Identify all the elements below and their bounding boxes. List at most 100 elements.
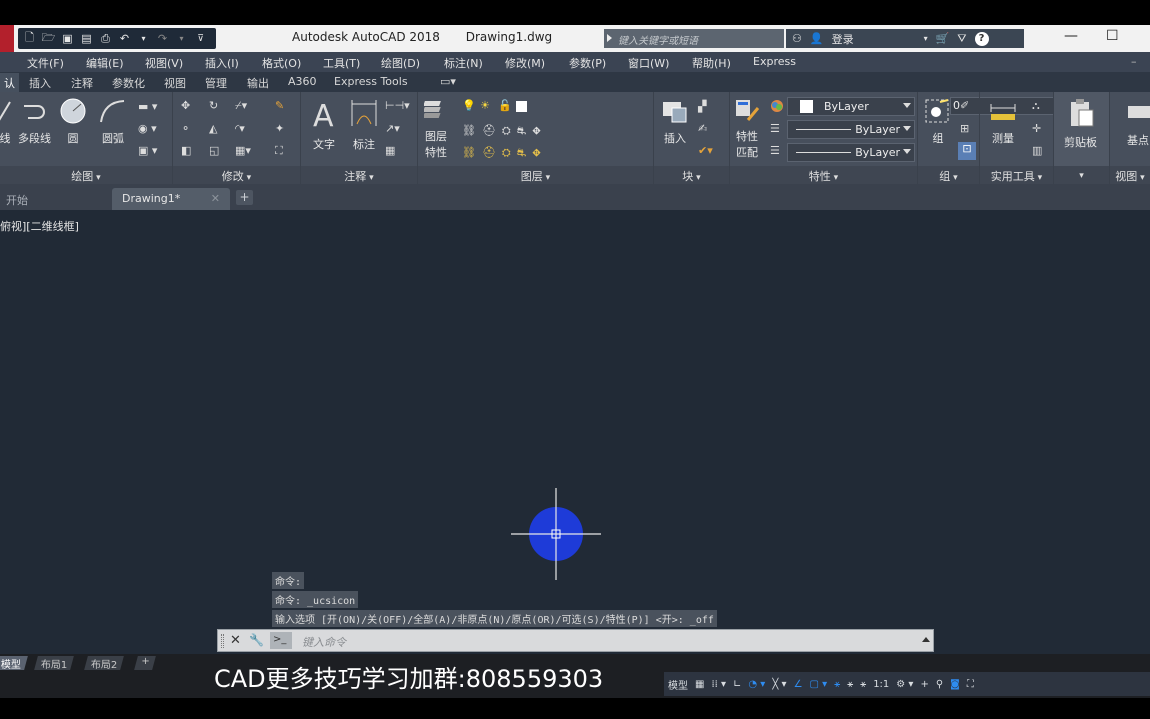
fillet-icon[interactable]: ◜▾ xyxy=(235,122,259,136)
lineweight-icon[interactable]: ☰ xyxy=(770,122,784,136)
block-attribute-icon[interactable]: ✔▾ xyxy=(698,144,722,158)
ungroup-icon[interactable]: ✐ xyxy=(960,99,974,113)
menu-format[interactable]: 格式(O) xyxy=(262,55,301,71)
modify-panel-footer[interactable]: 修改 xyxy=(173,166,300,184)
login-button[interactable]: 登录 xyxy=(832,31,854,47)
help-button[interactable]: ? xyxy=(974,31,989,46)
rotate-icon[interactable]: ↻ xyxy=(209,99,223,113)
hardware-acceleration-icon[interactable]: ◙ xyxy=(950,679,960,690)
polar-tracking-icon[interactable]: ◔ ▾ xyxy=(748,679,765,690)
array-icon[interactable]: ▦▾ xyxy=(235,144,259,158)
search-input[interactable]: 键入关键字或短语 xyxy=(604,29,784,48)
menu-tools[interactable]: 工具(T) xyxy=(323,55,360,71)
print-icon[interactable]: ⎙ xyxy=(98,31,113,46)
annotation-visibility-icon[interactable]: ⚹ xyxy=(834,679,840,690)
layer-thaw-icon[interactable]: ☀ xyxy=(480,99,494,113)
dimension-tool[interactable]: 标注 xyxy=(349,98,379,152)
clipboard-panel-footer[interactable] xyxy=(1054,166,1109,184)
isodraft-icon[interactable]: ╳ ▾ xyxy=(772,679,786,690)
linetype-icon[interactable]: ☰ xyxy=(770,144,784,158)
menu-help[interactable]: 帮助(H) xyxy=(692,55,731,71)
explode-icon[interactable]: ✦ xyxy=(275,122,289,136)
utilities-panel-footer[interactable]: 实用工具 xyxy=(980,166,1053,184)
layout-tab-layout2[interactable]: 布局2 xyxy=(84,656,125,671)
offset-icon[interactable]: ⛶ xyxy=(275,144,289,158)
customize-qat-icon[interactable]: ⊽ xyxy=(193,31,208,46)
auto-scale-icon[interactable]: ⚹ xyxy=(847,679,853,690)
user-icon[interactable]: 👤 xyxy=(810,32,824,45)
ribbon-toggle-icon[interactable]: ▭▾ xyxy=(440,75,456,88)
menu-modify[interactable]: 修改(M) xyxy=(505,55,545,71)
menu-view[interactable]: 视图(V) xyxy=(145,55,183,71)
customize-wrench-icon[interactable]: 🔧 xyxy=(249,633,264,647)
group-tool[interactable]: 组 xyxy=(924,98,952,146)
arc-tool[interactable]: 圆弧 xyxy=(98,98,128,146)
close-command-line-icon[interactable]: ✕ xyxy=(230,633,241,648)
add-layout-button[interactable]: + xyxy=(134,656,157,670)
view-panel-footer[interactable]: 视图 xyxy=(1110,166,1150,184)
paste-tool[interactable]: 剪贴板 xyxy=(1064,98,1097,150)
model-space-button[interactable]: 模型 xyxy=(668,677,688,692)
tab-drawing1[interactable]: Drawing1* ✕ xyxy=(112,188,230,210)
calculator-icon[interactable]: ▥ xyxy=(1032,144,1046,158)
command-prompt-icon[interactable]: >_ xyxy=(270,632,292,649)
undo-icon[interactable]: ↶ xyxy=(117,31,132,46)
command-history-toggle-icon[interactable] xyxy=(922,637,930,642)
drawing-canvas[interactable]: 俯视][二维线框] 命令: 命令: _ucsicon 输入选项 [开(ON)/关… xyxy=(0,210,1150,654)
rectangle-icon[interactable]: ▬ ▾ xyxy=(138,100,166,114)
menu-dimension[interactable]: 标注(N) xyxy=(444,55,483,71)
menu-file[interactable]: 文件(F) xyxy=(27,55,64,71)
line-tool[interactable]: 线 xyxy=(0,98,12,146)
group-edit-icon[interactable]: ⊞ xyxy=(960,122,974,136)
polyline-tool[interactable]: 多段线 xyxy=(18,98,51,146)
object-snap-tracking-icon[interactable]: ∠ xyxy=(794,679,803,690)
redo-dropdown-icon[interactable]: ▾ xyxy=(174,31,189,46)
a360-icon[interactable]: ⛛ xyxy=(957,32,966,46)
linear-dimension-icon[interactable]: ⊢⊣▾ xyxy=(385,99,413,113)
ortho-icon[interactable]: ∟ xyxy=(733,679,741,690)
new-tab-button[interactable]: + xyxy=(236,190,253,205)
annotation-monitor-icon[interactable]: + xyxy=(920,679,928,690)
tab-view[interactable]: 视图 xyxy=(164,75,186,91)
tab-start[interactable]: 开始 xyxy=(0,188,110,210)
login-dropdown-icon[interactable]: ▾ xyxy=(924,34,928,43)
save-icon[interactable]: ▣ xyxy=(60,31,75,46)
table-icon[interactable]: ▦ xyxy=(385,144,399,158)
cart-icon[interactable]: 🛒 xyxy=(936,32,950,45)
clean-screen-icon[interactable]: ⛶ xyxy=(967,679,974,690)
group-panel-footer[interactable]: 组 xyxy=(918,166,979,184)
leader-icon[interactable]: ↗▾ xyxy=(385,122,413,136)
scale-select[interactable]: 1:1 xyxy=(873,679,889,690)
point-icon[interactable]: ✛ xyxy=(1032,122,1046,136)
trim-icon[interactable]: ⌿▾ xyxy=(235,99,259,113)
hatch-icon[interactable]: ◉ ▾ xyxy=(138,122,166,136)
erase-icon[interactable]: ✎ xyxy=(275,99,289,113)
properties-panel-footer[interactable]: 特性 xyxy=(730,166,917,184)
menu-parametric[interactable]: 参数(P) xyxy=(569,55,606,71)
tab-insert[interactable]: 插入 xyxy=(29,75,51,91)
color-wheel-icon[interactable] xyxy=(770,99,784,113)
minimize-button[interactable]: — xyxy=(1064,28,1078,44)
new-file-icon[interactable]: 🗋 xyxy=(22,31,37,46)
layer-tools-row2-icon[interactable]: ⛓⛑⛭⛐⛖ xyxy=(462,146,582,160)
edit-block-icon[interactable]: ✍ xyxy=(698,122,712,136)
create-block-icon[interactable]: ▞ xyxy=(698,100,712,114)
insert-block-tool[interactable]: 插入 xyxy=(660,98,690,146)
search-expand-icon[interactable] xyxy=(607,34,612,42)
annotation-panel-footer[interactable]: 注释 xyxy=(301,166,417,184)
binoculars-icon[interactable]: ⚇ xyxy=(792,32,802,45)
group-select-icon[interactable]: ⊡ xyxy=(958,142,976,160)
menu-express[interactable]: Express xyxy=(753,55,796,68)
quick-select-icon[interactable]: ⛬ xyxy=(1032,99,1046,113)
command-input[interactable]: 键入命令 xyxy=(302,634,346,650)
tab-express-tools[interactable]: Express Tools xyxy=(334,75,408,88)
tab-manage[interactable]: 管理 xyxy=(205,75,227,91)
block-panel-footer[interactable]: 块 xyxy=(654,166,729,184)
layers-panel-footer[interactable]: 图层 xyxy=(418,166,653,184)
save-as-icon[interactable]: ▤ xyxy=(79,31,94,46)
copy-icon[interactable]: ⚬ xyxy=(181,122,195,136)
open-file-icon[interactable]: 🗁 xyxy=(41,31,56,46)
menu-window[interactable]: 窗口(W) xyxy=(628,55,669,71)
isolate-objects-icon[interactable]: ⚲ xyxy=(936,679,943,690)
match-properties-tool[interactable]: 特性 匹配 xyxy=(734,98,760,160)
